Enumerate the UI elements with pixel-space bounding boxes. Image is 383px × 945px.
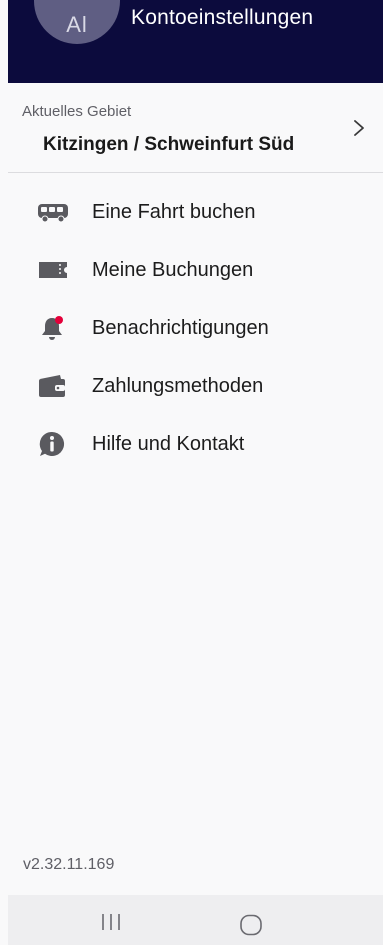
- notification-badge: [55, 316, 63, 324]
- current-area-label: Aktuelles Gebiet: [22, 103, 132, 120]
- ticket-icon: [36, 256, 70, 284]
- menu-item-payment-methods[interactable]: Zahlungsmethoden: [8, 358, 383, 416]
- drawer-menu: Eine Fahrt buchen Meine Buchungen Benach…: [8, 184, 383, 474]
- menu-item-help-contact[interactable]: Hilfe und Kontakt: [8, 416, 383, 474]
- menu-item-my-bookings[interactable]: Meine Buchungen: [8, 242, 383, 300]
- app-version: v2.32.11.169: [23, 856, 115, 873]
- menu-item-label: Eine Fahrt buchen: [92, 201, 256, 223]
- current-area-selector[interactable]: Aktuelles Gebiet Kitzingen / Schweinfurt…: [8, 84, 383, 173]
- menu-item-notifications[interactable]: Benachrichtigungen: [8, 300, 383, 358]
- info-icon: [36, 430, 70, 458]
- menu-item-label: Hilfe und Kontakt: [92, 433, 245, 455]
- wallet-icon: [36, 372, 70, 400]
- menu-item-book-ride[interactable]: Eine Fahrt buchen: [8, 184, 383, 242]
- account-settings-link[interactable]: Kontoeinstellungen: [131, 6, 313, 30]
- recents-icon[interactable]: [98, 911, 124, 933]
- menu-item-label: Zahlungsmethoden: [92, 375, 264, 397]
- app-screen: Al Kontoeinstellungen Aktuelles Gebiet K…: [0, 0, 383, 945]
- menu-item-label: Benachrichtigungen: [92, 317, 269, 339]
- system-nav-bar: [8, 895, 383, 945]
- home-icon[interactable]: [239, 914, 263, 936]
- bell-icon: [36, 314, 70, 342]
- chevron-right-icon: [354, 120, 364, 136]
- menu-item-label: Meine Buchungen: [92, 259, 254, 281]
- bus-icon: [36, 198, 70, 226]
- current-area-value: Kitzingen / Schweinfurt Süd: [43, 134, 295, 155]
- avatar-initials: Al: [66, 12, 88, 37]
- drawer-header: Al Kontoeinstellungen: [8, 0, 383, 83]
- avatar[interactable]: Al: [34, 0, 120, 44]
